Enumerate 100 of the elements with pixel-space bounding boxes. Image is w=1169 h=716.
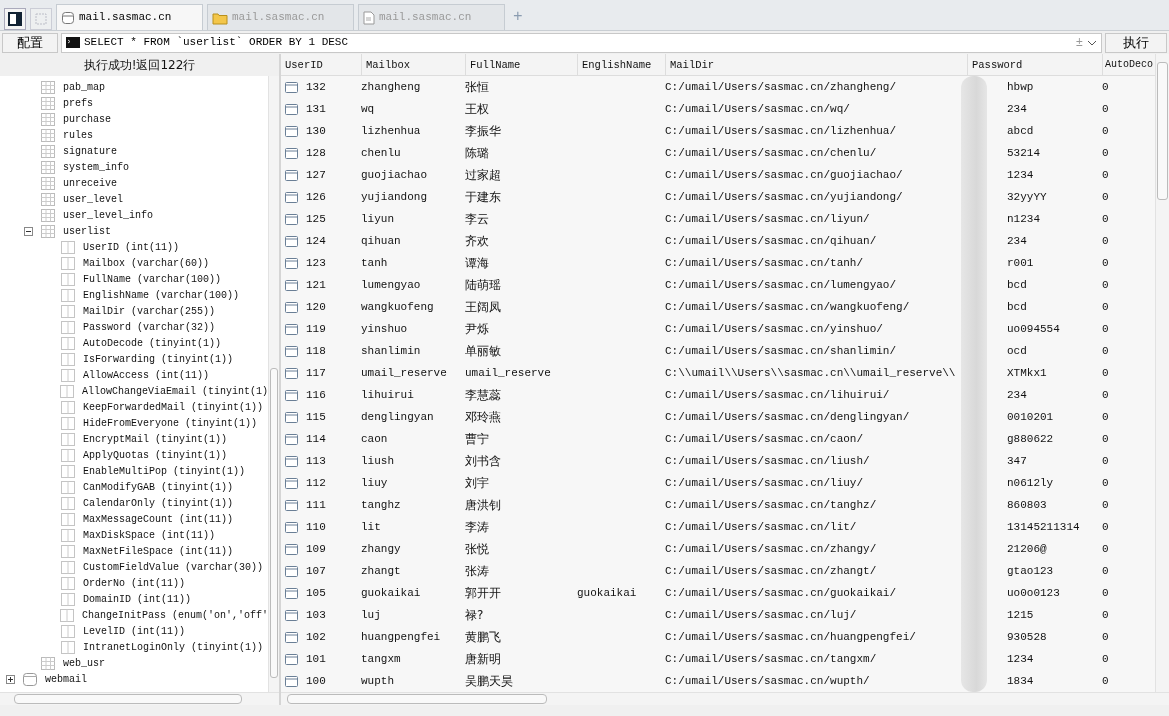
table-cell-text: 121 [306, 277, 326, 293]
tree-item[interactable]: webmail [45, 671, 87, 687]
horizontal-scrollbar[interactable] [281, 692, 1169, 705]
table-cell-text: 107 [306, 563, 326, 579]
record-icon[interactable] [285, 565, 298, 577]
record-icon[interactable] [285, 521, 298, 533]
record-icon[interactable] [285, 455, 298, 467]
config-button[interactable]: 配置 [2, 32, 58, 53]
tree-item[interactable]: AutoDecode (tinyint(1)) [83, 335, 222, 351]
record-icon[interactable] [285, 653, 298, 665]
record-icon[interactable] [285, 609, 298, 621]
collapse-icon[interactable] [24, 226, 33, 236]
tree-item[interactable]: ApplyQuotas (tinyint(1)) [83, 447, 228, 463]
table-cell-text: 1234 [1007, 167, 1034, 183]
record-icon[interactable] [285, 345, 298, 357]
table-cell-text: 陈璐 [465, 145, 489, 162]
column-header[interactable]: EnglishName [577, 54, 665, 76]
tree-item[interactable]: DomainID (int(11)) [83, 591, 192, 607]
horizontal-scrollbar[interactable] [0, 692, 279, 705]
record-icon[interactable] [285, 279, 298, 291]
tree-item[interactable]: userlist [63, 223, 111, 239]
tree-item[interactable]: LevelID (int(11)) [83, 623, 186, 639]
tree-item[interactable]: Mailbox (varchar(60)) [83, 255, 210, 271]
record-icon[interactable] [285, 125, 298, 137]
record-icon[interactable] [285, 499, 298, 511]
tree-item[interactable]: MailDir (varchar(255)) [83, 303, 216, 319]
column-header[interactable]: Password [967, 54, 1102, 76]
tree-item[interactable]: HideFromEveryone (tinyint(1)) [83, 415, 258, 431]
record-icon[interactable] [285, 235, 298, 247]
record-icon[interactable] [285, 433, 298, 445]
query-field[interactable]: SELECT * FROM `userlist` ORDER BY 1 DESC ± [61, 32, 1102, 53]
tree-item[interactable]: EnglishName (varchar(100)) [83, 287, 240, 303]
tree-item[interactable]: system_info [63, 159, 129, 175]
tree-item[interactable]: AllowAccess (int(11)) [83, 367, 210, 383]
tree-item[interactable]: Password (varchar(32)) [83, 319, 216, 335]
table-icon [41, 160, 55, 174]
record-icon[interactable] [285, 301, 298, 313]
tree-item[interactable]: rules [63, 127, 93, 143]
tree-item[interactable]: signature [63, 143, 117, 159]
table-cell-text: huangpengfei [361, 629, 441, 645]
table-cell-text: zhangheng [361, 79, 421, 95]
tree-item[interactable]: MaxDiskSpace (int(11)) [83, 527, 216, 543]
table-cell-text: C:/umail/Users/sasmac.cn/wupth/ [665, 673, 870, 689]
column-header[interactable]: MailDir [665, 54, 967, 76]
tree-item[interactable]: pab_map [63, 79, 105, 95]
record-icon[interactable] [285, 587, 298, 599]
tree-item[interactable]: purchase [63, 111, 111, 127]
record-icon[interactable] [285, 257, 298, 269]
record-icon[interactable] [285, 675, 298, 687]
table-cell-text: C:/umail/Users/sasmac.cn/lumengyao/ [665, 277, 897, 293]
table-cell-text: 张恒 [465, 79, 489, 96]
tab[interactable]: mail.sasmac.cn [56, 4, 203, 30]
tree-item[interactable]: user_level_info [63, 207, 153, 223]
tree-item[interactable]: user_level [63, 191, 123, 207]
tree-item[interactable]: prefs [63, 95, 93, 111]
tree-item[interactable]: web_usr [63, 655, 105, 671]
record-icon[interactable] [285, 213, 298, 225]
record-icon[interactable] [285, 103, 298, 115]
expand-icon[interactable] [6, 674, 15, 684]
table-cell-text: 0 [1102, 475, 1109, 491]
tree-item[interactable]: CalendarOnly (tinyint(1)) [83, 495, 234, 511]
record-icon[interactable] [285, 147, 298, 159]
tree-item[interactable]: UserID (int(11)) [83, 239, 179, 255]
tree-item[interactable]: MaxNetFileSpace (int(11)) [83, 543, 234, 559]
tree-item[interactable]: MaxMessageCount (int(11)) [83, 511, 234, 527]
record-icon[interactable] [285, 631, 298, 643]
tree-item[interactable]: IntranetLoginOnly (tinyint(1)) [83, 639, 264, 655]
record-icon[interactable] [285, 477, 298, 489]
record-icon[interactable] [285, 81, 298, 93]
table-cell-text: 0 [1102, 101, 1109, 117]
table-cell-text: 128 [306, 145, 326, 161]
table-cell-text: C:/umail/Users/sasmac.cn/luj/ [665, 607, 857, 623]
tree-item[interactable]: CustomFieldValue (varchar(30)) [83, 559, 264, 575]
run-button[interactable]: 执行 [1105, 32, 1167, 53]
record-icon[interactable] [285, 543, 298, 555]
record-icon[interactable] [285, 389, 298, 401]
column-header[interactable]: FullName [465, 54, 577, 76]
chevron-down-icon[interactable] [1087, 39, 1097, 46]
tree-item[interactable]: unreceive [63, 175, 117, 191]
tree-item[interactable]: EnableMultiPop (tinyint(1)) [83, 463, 246, 479]
tree-item[interactable]: EncryptMail (tinyint(1)) [83, 431, 228, 447]
tree-item[interactable]: ChangeInitPass (enum('on','off' [81, 607, 268, 623]
vertical-scrollbar[interactable] [1155, 54, 1169, 692]
panel-toggle-button[interactable] [4, 8, 26, 30]
tree-item[interactable]: FullName (varchar(100)) [83, 271, 222, 287]
record-icon[interactable] [285, 169, 298, 181]
tree-item[interactable]: IsForwarding (tinyint(1)) [83, 351, 234, 367]
table-cell-text: C:/umail/Users/sasmac.cn/guokaikai/ [665, 585, 897, 601]
column-header[interactable]: UserID [281, 54, 361, 76]
vertical-scrollbar[interactable] [268, 76, 279, 692]
tree-item[interactable]: CanModifyGAB (tinyint(1)) [83, 479, 234, 495]
record-icon[interactable] [285, 191, 298, 203]
tree-item[interactable]: OrderNo (int(11)) [83, 575, 186, 591]
tree-item[interactable]: KeepForwardedMail (tinyint(1)) [83, 399, 264, 415]
record-icon[interactable] [285, 411, 298, 423]
table-cell-text: guokaikai [361, 585, 421, 601]
tree-item[interactable]: AllowChangeViaEmail (tinyint(1) [81, 383, 268, 399]
column-header[interactable]: Mailbox [361, 54, 465, 76]
record-icon[interactable] [285, 323, 298, 335]
record-icon[interactable] [285, 367, 298, 379]
